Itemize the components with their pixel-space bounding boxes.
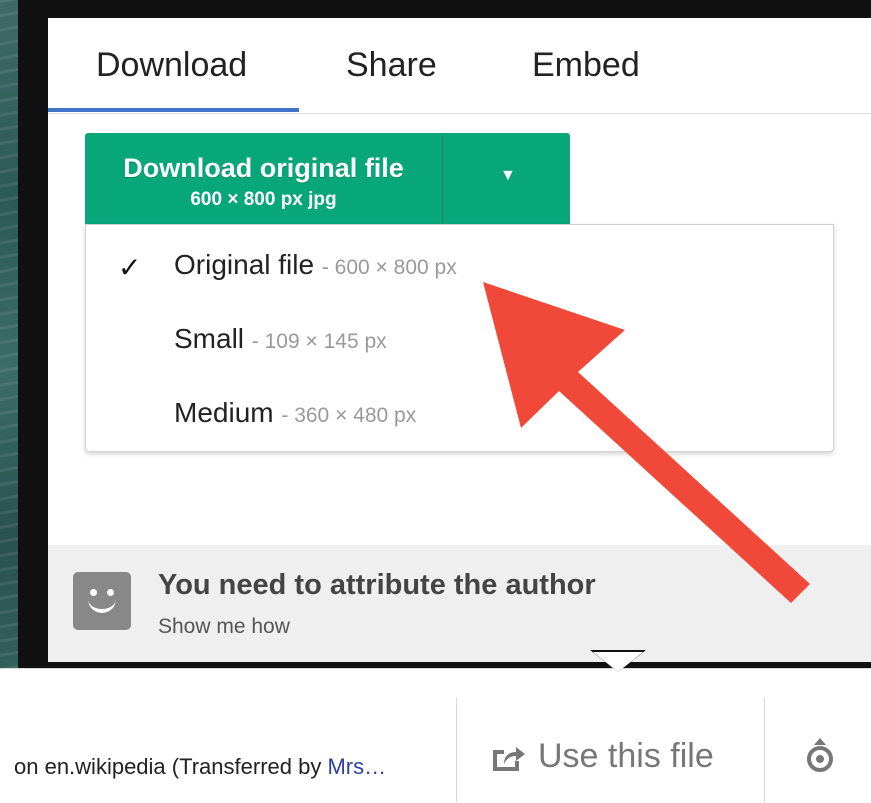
smile-icon xyxy=(73,572,131,630)
download-button-sublabel: 600 × 800 px jpg xyxy=(190,189,337,210)
tab-download[interactable]: Download xyxy=(96,46,247,85)
menu-item-dims: - 360 × 480 px xyxy=(281,404,417,427)
file-credit: on en.wikipedia (Transferred by Mrs… xyxy=(14,754,387,779)
download-button-label: Download original file xyxy=(123,153,404,183)
caret-down-icon: ▼ xyxy=(500,167,516,184)
menu-item-medium[interactable]: Medium - 360 × 480 px xyxy=(86,379,833,449)
use-this-file-label: Use this file xyxy=(538,737,714,775)
download-options-toggle[interactable]: ▼ xyxy=(443,133,570,224)
menu-item-label: Small xyxy=(174,323,245,354)
use-file-popup: Download Share Embed Download original f… xyxy=(48,18,871,662)
download-size-menu: ✓ Original file - 600 × 800 px Small - 1… xyxy=(85,224,834,452)
tab-bar: Download Share Embed xyxy=(48,18,871,114)
author-link[interactable]: Mrs… xyxy=(327,754,386,779)
tab-embed[interactable]: Embed xyxy=(532,46,640,85)
tab-share[interactable]: Share xyxy=(346,46,437,85)
show-me-how-link[interactable]: Show me how xyxy=(158,615,290,639)
divider xyxy=(456,698,457,802)
download-original-button[interactable]: Download original file 600 × 800 px jpg xyxy=(85,133,442,224)
menu-item-small[interactable]: Small - 109 × 145 px xyxy=(86,305,833,375)
check-icon: ✓ xyxy=(118,252,142,283)
background-image xyxy=(0,0,18,668)
wikimedia-icon[interactable] xyxy=(800,735,840,775)
menu-item-dims: - 600 × 800 px xyxy=(321,256,457,279)
attribution-title: You need to attribute the author xyxy=(158,569,596,601)
attribution-panel: You need to attribute the author Show me… xyxy=(48,545,871,662)
file-info-bar xyxy=(0,668,871,803)
menu-item-dims: - 109 × 145 px xyxy=(251,330,387,353)
share-icon xyxy=(493,747,525,771)
divider xyxy=(764,698,765,802)
menu-item-original[interactable]: ✓ Original file - 600 × 800 px xyxy=(86,231,833,301)
menu-item-label: Medium xyxy=(174,397,274,428)
menu-item-label: Original file xyxy=(174,249,315,280)
active-tab-indicator xyxy=(48,108,299,112)
